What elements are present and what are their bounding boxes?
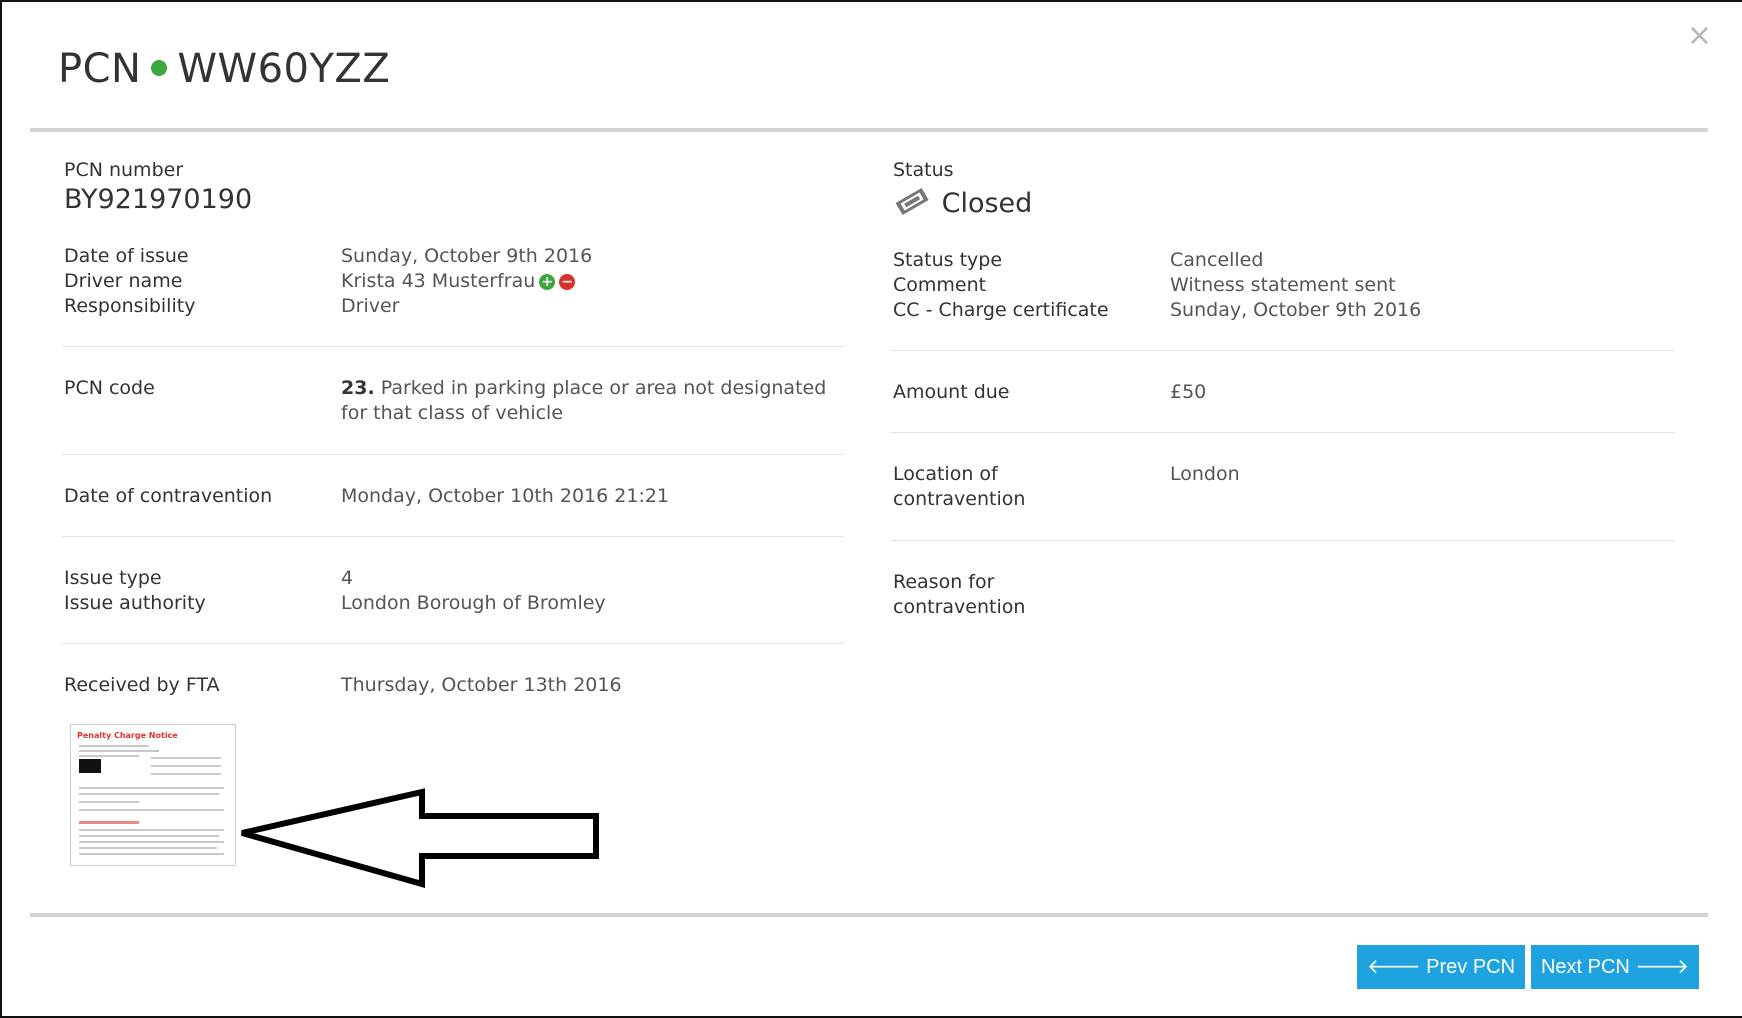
date-of-issue-value: Sunday, October 9th 2016: [341, 245, 593, 267]
reason-label-2: contravention: [893, 596, 1026, 618]
status-value-row: Closed: [893, 186, 1032, 219]
issue-type-value: 4: [341, 567, 354, 589]
close-icon[interactable]: ×: [1687, 18, 1712, 53]
divider: [62, 536, 844, 537]
title-prefix: PCN: [58, 46, 142, 92]
next-pcn-button[interactable]: Next PCN 🡒: [1531, 945, 1699, 989]
charge-certificate-value: Sunday, October 9th 2016: [1170, 299, 1422, 321]
responsibility-label: Responsibility: [64, 295, 196, 317]
comment-label: Comment: [893, 274, 987, 296]
driver-name-value: Krista 43 Musterfrau: [341, 270, 536, 292]
arrow-left-icon: 🡐: [1366, 956, 1421, 978]
pcn-document-thumbnail[interactable]: Penalty Charge Notice: [70, 724, 236, 866]
divider: [891, 540, 1675, 541]
pcn-code-value: 23. Parked in parking place or area not …: [341, 376, 826, 401]
arrow-right-icon: 🡒: [1635, 956, 1690, 978]
next-pcn-label: Next PCN: [1540, 956, 1630, 978]
ticket-icon: [895, 187, 929, 216]
status-type-value: Cancelled: [1170, 249, 1264, 271]
status-dot-icon: [151, 60, 168, 76]
status-label: Status: [893, 159, 954, 181]
header-divider: [30, 128, 1708, 132]
prev-pcn-label: Prev PCN: [1426, 956, 1516, 978]
reason-label-1: Reason for: [893, 571, 995, 593]
divider: [62, 643, 844, 644]
contravention-date-label: Date of contravention: [64, 485, 273, 507]
location-value: London: [1170, 463, 1240, 485]
status-type-label: Status type: [893, 249, 1003, 271]
driver-name-label: Driver name: [64, 270, 183, 292]
plate-number: WW60YZZ: [177, 46, 391, 92]
issue-authority-label: Issue authority: [64, 592, 206, 614]
comment-value: Witness statement sent: [1170, 274, 1396, 296]
location-label-1: Location of: [893, 463, 998, 485]
status-value: Closed: [941, 188, 1033, 219]
pcn-code-label: PCN code: [64, 377, 155, 399]
arrow-annotation-icon: [241, 788, 599, 888]
date-of-issue-label: Date of issue: [64, 245, 189, 267]
add-driver-icon[interactable]: +: [539, 273, 556, 290]
charge-certificate-label: CC - Charge certificate: [893, 299, 1109, 321]
contravention-date-value: Monday, October 10th 2016 21:21: [341, 485, 670, 507]
driver-name-row: Krista 43 Musterfrau + −: [341, 269, 576, 294]
divider: [891, 432, 1675, 433]
pcn-code-number: 23.: [341, 377, 375, 399]
prev-pcn-button[interactable]: 🡐 Prev PCN: [1357, 945, 1525, 989]
divider: [62, 346, 844, 347]
received-label: Received by FTA: [64, 674, 220, 696]
page-title: PCN WW60YZZ: [58, 46, 390, 92]
responsibility-value: Driver: [341, 295, 400, 317]
divider: [891, 350, 1675, 351]
pcn-number-value: BY921970190: [64, 184, 253, 215]
pcn-code-desc-1: Parked in parking place or area not desi…: [380, 377, 827, 399]
issue-authority-value: London Borough of Bromley: [341, 592, 606, 614]
location-label-2: contravention: [893, 488, 1026, 510]
amount-due-value: £50: [1170, 381, 1207, 403]
remove-driver-icon[interactable]: −: [559, 273, 576, 290]
pcn-number-label: PCN number: [64, 159, 184, 181]
pcn-code-desc-2: for that class of vehicle: [341, 402, 564, 424]
amount-due-label: Amount due: [893, 381, 1010, 403]
footer-divider: [30, 913, 1708, 917]
thumbnail-title: Penalty Charge Notice: [77, 731, 178, 740]
issue-type-label: Issue type: [64, 567, 162, 589]
received-value: Thursday, October 13th 2016: [341, 674, 622, 696]
divider: [62, 454, 844, 455]
